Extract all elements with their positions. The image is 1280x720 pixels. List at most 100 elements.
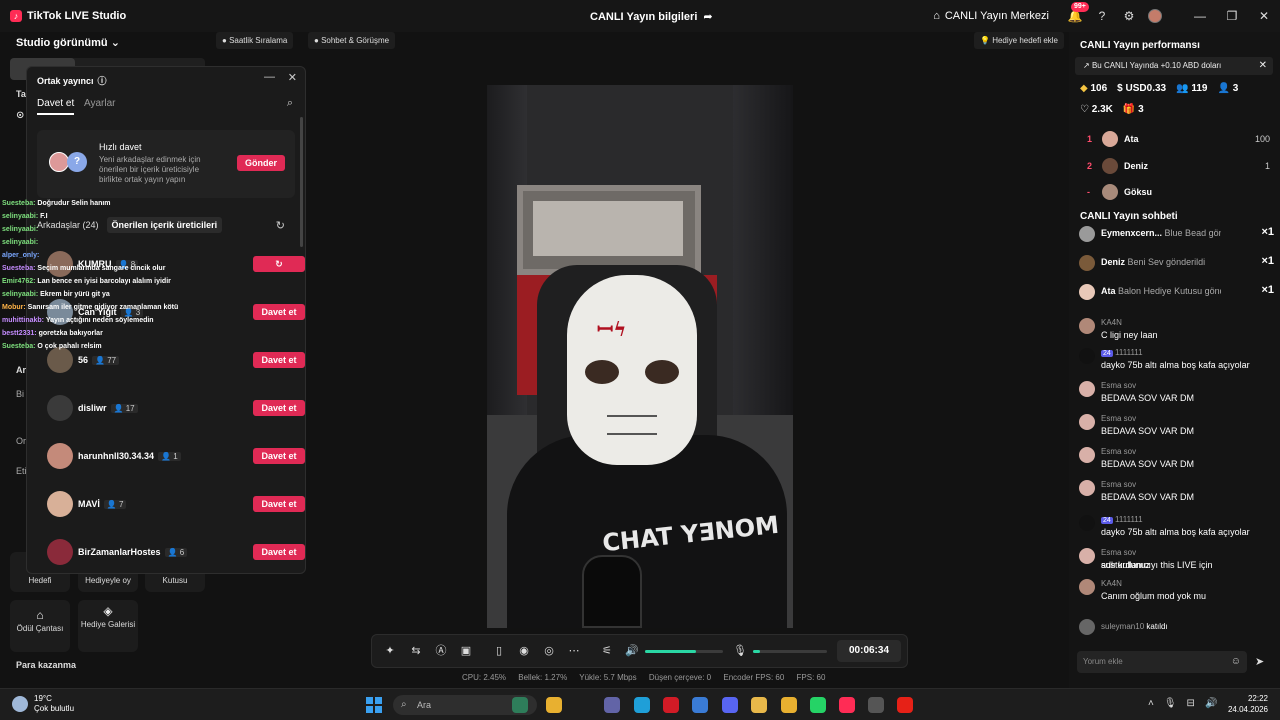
- speaker-icon[interactable]: 🔊: [624, 643, 640, 659]
- stream-timer: 00:06:34: [837, 640, 901, 662]
- invite-button[interactable]: Davet et: [253, 304, 305, 320]
- chat-message[interactable]: 24 1111111 dayko 75b altı alma boş kafa a…: [1079, 348, 1274, 376]
- more-icon[interactable]: ⋯: [566, 643, 582, 659]
- message-username: Esma sov: [1101, 414, 1137, 423]
- creator-name: harunhnll30.34.34 👤 1: [78, 451, 181, 461]
- info-icon[interactable]: ⓘ: [98, 74, 107, 87]
- invite-button[interactable]: Davet et: [253, 448, 305, 464]
- weather-widget[interactable]: 19°C Çok bulutlu: [12, 694, 74, 714]
- chat-message[interactable]: Esma sov BEDAVA SOV VAR DM: [1079, 414, 1274, 442]
- chrome-active-icon[interactable]: [781, 697, 797, 713]
- speaker-icon[interactable]: 🔊: [1205, 698, 1217, 709]
- follower-count-value: 77: [107, 356, 117, 365]
- chat-tag[interactable]: ● Sohbet & Görüşme: [308, 32, 396, 49]
- bell-icon[interactable]: 🔔 99+: [1067, 2, 1089, 24]
- avatar[interactable]: [47, 491, 73, 517]
- gift-text: Ata Balon Hediye Kutusu gönd: [1101, 286, 1221, 296]
- sliders-icon[interactable]: ⚟: [599, 643, 615, 659]
- cohost-minimize-button[interactable]: —: [264, 71, 275, 83]
- creator-name-text: harunhnll30.34.34: [78, 451, 155, 461]
- chat-message[interactable]: 24 1111111 dayko 75b altı alma boş kafa a…: [1079, 515, 1274, 543]
- live-center-button[interactable]: ⌂ CANLI Yayın Merkezi: [933, 10, 1049, 22]
- phone-icon[interactable]: ▯: [491, 643, 507, 659]
- ranking-row[interactable]: 2 Deniz 1: [1080, 157, 1270, 177]
- mic-slider[interactable]: [753, 650, 827, 653]
- magic-wand-icon[interactable]: ✦: [382, 643, 398, 659]
- chat-message[interactable]: Esma sov BEDAVA SOV VAR DM: [1079, 381, 1274, 409]
- mail-icon[interactable]: [692, 697, 708, 713]
- ai-icon[interactable]: Ⓐ: [433, 643, 449, 659]
- tiktok-icon[interactable]: [839, 697, 855, 713]
- gift-gallery-tool[interactable]: ◈ Hediye Galerisi: [78, 600, 138, 652]
- studio-view-dropdown[interactable]: Studio görünümü ⌄: [16, 36, 120, 49]
- overlay-chat-user: selinyaabi:: [2, 291, 39, 298]
- avatar[interactable]: [47, 395, 73, 421]
- ranking-row[interactable]: 1 Ata 100: [1080, 130, 1270, 150]
- chrome-icon[interactable]: [546, 697, 562, 713]
- ranking-row[interactable]: - Göksu: [1080, 183, 1270, 203]
- close-icon[interactable]: ✕: [1259, 57, 1267, 75]
- invite-button[interactable]: Davet et: [253, 544, 305, 560]
- avatar: [1079, 619, 1095, 635]
- screen-icon[interactable]: ▣: [458, 643, 474, 659]
- maximize-button[interactable]: ❐: [1216, 0, 1248, 32]
- invite-button[interactable]: Davet et: [253, 496, 305, 512]
- camera-icon[interactable]: ⊙: [16, 110, 24, 121]
- cloud-icon: [12, 696, 28, 712]
- chat-message[interactable]: KA4N Canım oğlum mod yok mu: [1079, 579, 1274, 607]
- close-button[interactable]: ✕: [1248, 0, 1280, 32]
- cohost-close-button[interactable]: ✕: [288, 71, 297, 84]
- record-icon[interactable]: ◉: [516, 643, 532, 659]
- hourly-ranking-tag[interactable]: ● Saatlik Sıralama: [216, 32, 294, 49]
- help-icon[interactable]: ?: [1094, 8, 1110, 24]
- minimize-button[interactable]: —: [1184, 0, 1216, 32]
- youtube-icon[interactable]: [897, 697, 913, 713]
- microphone-icon[interactable]: 🎙: [1164, 698, 1177, 709]
- discord-icon[interactable]: [722, 697, 738, 713]
- whatsapp-icon[interactable]: [810, 697, 826, 713]
- translate-icon[interactable]: ⇆: [408, 643, 424, 659]
- avatar: [1079, 284, 1095, 300]
- obs-icon[interactable]: [868, 697, 884, 713]
- reward-bag-tool[interactable]: ⌂ Ödül Çantası: [10, 600, 70, 652]
- chat-message[interactable]: Esma sov BEDAVA SOV VAR DM: [1079, 480, 1274, 508]
- edge-icon[interactable]: [634, 697, 650, 713]
- volume-slider[interactable]: [645, 650, 723, 653]
- news-icon[interactable]: [512, 697, 528, 713]
- scrollbar[interactable]: [300, 117, 303, 247]
- microphone-icon[interactable]: 🎙: [732, 643, 748, 659]
- gift-description: Blue Bead gönd: [1164, 228, 1221, 238]
- avatar[interactable]: [47, 443, 73, 469]
- invite-loading-button[interactable]: ↻: [253, 256, 305, 272]
- avatar[interactable]: [1148, 9, 1162, 23]
- gift-goal-tag[interactable]: 💡 Hediye hedefi ekle: [974, 32, 1065, 49]
- section-et: Eti: [16, 466, 27, 476]
- live-info-button[interactable]: CANLI Yayın bilgileri ➦: [590, 10, 713, 24]
- teams-icon[interactable]: [604, 697, 620, 713]
- tab-invite[interactable]: Davet et: [37, 98, 75, 115]
- tab-settings[interactable]: Ayarlar: [84, 98, 116, 109]
- refresh-icon[interactable]: ↻: [276, 219, 285, 232]
- send-icon[interactable]: ➤: [1255, 655, 1264, 668]
- diamonds-value: 106: [1090, 83, 1108, 94]
- emoji-icon[interactable]: ☺: [1231, 651, 1241, 673]
- search-icon[interactable]: ⌕: [287, 97, 293, 110]
- chat-message[interactable]: Esma sov BEDAVA SOV VAR DM: [1079, 447, 1274, 475]
- clock[interactable]: 22:22 24.04.2026: [1228, 693, 1268, 715]
- comment-input[interactable]: Yorum ekle ☺: [1077, 651, 1247, 673]
- invite-button[interactable]: Davet et: [253, 352, 305, 368]
- chat-message[interactable]: KA4N C ligi ney laan: [1079, 318, 1274, 346]
- shirt-text: CHAT YƎNOM: [601, 510, 781, 558]
- opera-icon[interactable]: [663, 697, 679, 713]
- creator-name: MAVİ 👤 7: [78, 499, 127, 509]
- invite-button[interactable]: Davet et: [253, 400, 305, 416]
- camera-switch-icon[interactable]: ◎: [541, 643, 557, 659]
- folder-icon[interactable]: [751, 697, 767, 713]
- chevron-up-icon[interactable]: ˄: [1148, 698, 1154, 709]
- avatar[interactable]: [47, 539, 73, 565]
- gear-icon[interactable]: ⚙: [1121, 8, 1137, 24]
- network-icon[interactable]: ⊟: [1187, 698, 1195, 709]
- windows-start-icon[interactable]: [366, 697, 382, 713]
- send-button[interactable]: Gönder: [237, 155, 285, 171]
- hosts-value: 3: [1232, 83, 1239, 94]
